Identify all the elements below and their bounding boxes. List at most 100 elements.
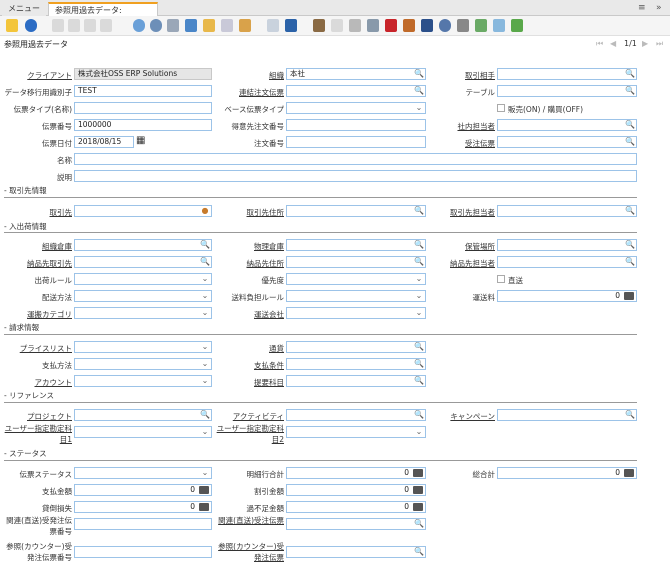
doc-type-name-field[interactable]: [74, 102, 212, 114]
freight-field[interactable]: 0: [497, 290, 637, 302]
pricelist-select[interactable]: ⌄: [74, 341, 212, 353]
calculator-icon[interactable]: [624, 469, 634, 477]
product-info-icon[interactable]: [421, 19, 433, 32]
chevron-down-icon[interactable]: ⌄: [413, 103, 425, 113]
chevron-down-icon[interactable]: ⌄: [199, 359, 211, 369]
search-icon[interactable]: [150, 19, 162, 32]
freight-rule-select[interactable]: ⌄: [286, 290, 426, 302]
cust-order-no-field[interactable]: [286, 119, 426, 131]
doc-date-field[interactable]: 2018/08/15: [74, 136, 134, 148]
refresh-icon[interactable]: [133, 19, 145, 32]
chevron-down-icon[interactable]: ⌄: [199, 427, 211, 437]
ship-address-field[interactable]: 🔍: [286, 256, 426, 268]
calculator-icon[interactable]: [413, 469, 423, 477]
section-partner[interactable]: - 取引先情報: [4, 185, 47, 196]
bpartner-field[interactable]: 🔍: [497, 68, 637, 80]
chevron-down-icon[interactable]: ⌄: [413, 427, 425, 437]
menu-icon[interactable]: ≡: [638, 3, 646, 13]
arrow-up-icon[interactable]: [267, 19, 279, 32]
gear-icon[interactable]: [439, 19, 451, 32]
chevron-down-icon[interactable]: »: [656, 3, 662, 13]
search-icon[interactable]: 🔍: [413, 342, 425, 352]
paid-field[interactable]: 0: [74, 484, 212, 496]
ref-order-no-field[interactable]: [74, 546, 212, 558]
new-record-icon[interactable]: [52, 19, 64, 32]
pay-term-field[interactable]: 🔍: [286, 358, 426, 370]
quick-search-icon[interactable]: [457, 19, 469, 32]
priority-select[interactable]: ⌄: [286, 273, 426, 285]
direct-ship-checkbox[interactable]: [497, 275, 505, 283]
activity-field[interactable]: 🔍: [286, 409, 426, 421]
delivery-rule-select[interactable]: ⌄: [74, 273, 212, 285]
search-icon[interactable]: 🔍: [413, 257, 425, 267]
search-icon[interactable]: 🔍: [199, 240, 211, 250]
chevron-down-icon[interactable]: ⌄: [199, 274, 211, 284]
chevron-down-icon[interactable]: ⌄: [413, 291, 425, 301]
org-warehouse-field[interactable]: 🔍: [74, 239, 212, 251]
ship-to-field[interactable]: 🔍: [74, 256, 212, 268]
name-field[interactable]: [74, 153, 637, 165]
chevron-down-icon[interactable]: ⌄: [199, 291, 211, 301]
chevron-down-icon[interactable]: ⌄: [199, 342, 211, 352]
search-icon[interactable]: 🔍: [199, 257, 211, 267]
last-record-icon[interactable]: ⏭: [656, 39, 663, 49]
description-field[interactable]: [74, 170, 637, 182]
writeoff-field[interactable]: 0: [74, 501, 212, 513]
storage-field[interactable]: 🔍: [497, 239, 637, 251]
archive-icon[interactable]: [331, 19, 343, 32]
delete-icon[interactable]: [100, 19, 112, 32]
search-icon[interactable]: 🔍: [624, 257, 636, 267]
export-icon[interactable]: [475, 19, 487, 32]
line-total-field[interactable]: 0: [286, 467, 426, 479]
sales-purchase-checkbox[interactable]: [497, 104, 505, 112]
search-icon[interactable]: 🔍: [413, 410, 425, 420]
excel-icon[interactable]: [511, 19, 523, 32]
currency-field[interactable]: 🔍: [286, 341, 426, 353]
calculator-icon[interactable]: [624, 292, 634, 300]
search-icon[interactable]: 🔍: [199, 410, 211, 420]
print-icon[interactable]: [349, 19, 361, 32]
person-icon[interactable]: ●: [199, 206, 211, 216]
lightbulb-icon[interactable]: [6, 19, 18, 32]
import-key-field[interactable]: TEST: [74, 85, 212, 97]
project-field[interactable]: 🔍: [74, 409, 212, 421]
first-record-icon[interactable]: ⏮: [596, 39, 603, 49]
search-icon[interactable]: 🔍: [413, 547, 425, 557]
internal-rep-field[interactable]: 🔍: [497, 119, 637, 131]
linked-order-field[interactable]: 🔍: [286, 85, 426, 97]
user2-select[interactable]: ⌄: [286, 426, 426, 438]
section-receipt[interactable]: - 入出荷情報: [4, 221, 47, 232]
overunder-field[interactable]: 0: [286, 501, 426, 513]
search-icon[interactable]: 🔍: [624, 137, 636, 147]
chevron-down-icon[interactable]: ⌄: [413, 308, 425, 318]
chevron-down-icon[interactable]: ⌄: [413, 274, 425, 284]
user1-select[interactable]: ⌄: [74, 426, 212, 438]
search-icon[interactable]: 🔍: [624, 69, 636, 79]
arrow-down-icon[interactable]: [285, 19, 297, 32]
acct-item-field[interactable]: 🔍: [286, 375, 426, 387]
search-icon[interactable]: 🔍: [413, 206, 425, 216]
ref-order-doc-field[interactable]: 🔍: [286, 546, 426, 558]
save-icon[interactable]: [84, 19, 96, 32]
client-field[interactable]: 株式会社OSS ERP Solutions: [74, 68, 212, 80]
search-icon[interactable]: 🔍: [413, 240, 425, 250]
search-icon[interactable]: 🔍: [624, 86, 636, 96]
bp-address-field[interactable]: 🔍: [286, 205, 426, 217]
order-no-field[interactable]: [286, 136, 426, 148]
pay-method-select[interactable]: ⌄: [74, 358, 212, 370]
bp-field[interactable]: ●: [74, 205, 212, 217]
calculator-icon[interactable]: [199, 486, 209, 494]
lock-icon[interactable]: [239, 19, 251, 32]
workflow-icon[interactable]: [385, 19, 397, 32]
ship-contact-field[interactable]: 🔍: [497, 256, 637, 268]
copy-record-icon[interactable]: [68, 19, 80, 32]
tab-active-record[interactable]: 参照用過去データ: 1000000✕: [48, 2, 158, 28]
search-icon[interactable]: 🔍: [624, 120, 636, 130]
doc-no-field[interactable]: 1000000: [74, 119, 212, 131]
search-icon[interactable]: 🔍: [624, 410, 636, 420]
zoom-across-icon[interactable]: [367, 19, 379, 32]
table-field[interactable]: 🔍: [497, 85, 637, 97]
calculator-icon[interactable]: [199, 503, 209, 511]
bp-contact-field[interactable]: 🔍: [497, 205, 637, 217]
shipper-cat-select[interactable]: ⌄: [74, 307, 212, 319]
